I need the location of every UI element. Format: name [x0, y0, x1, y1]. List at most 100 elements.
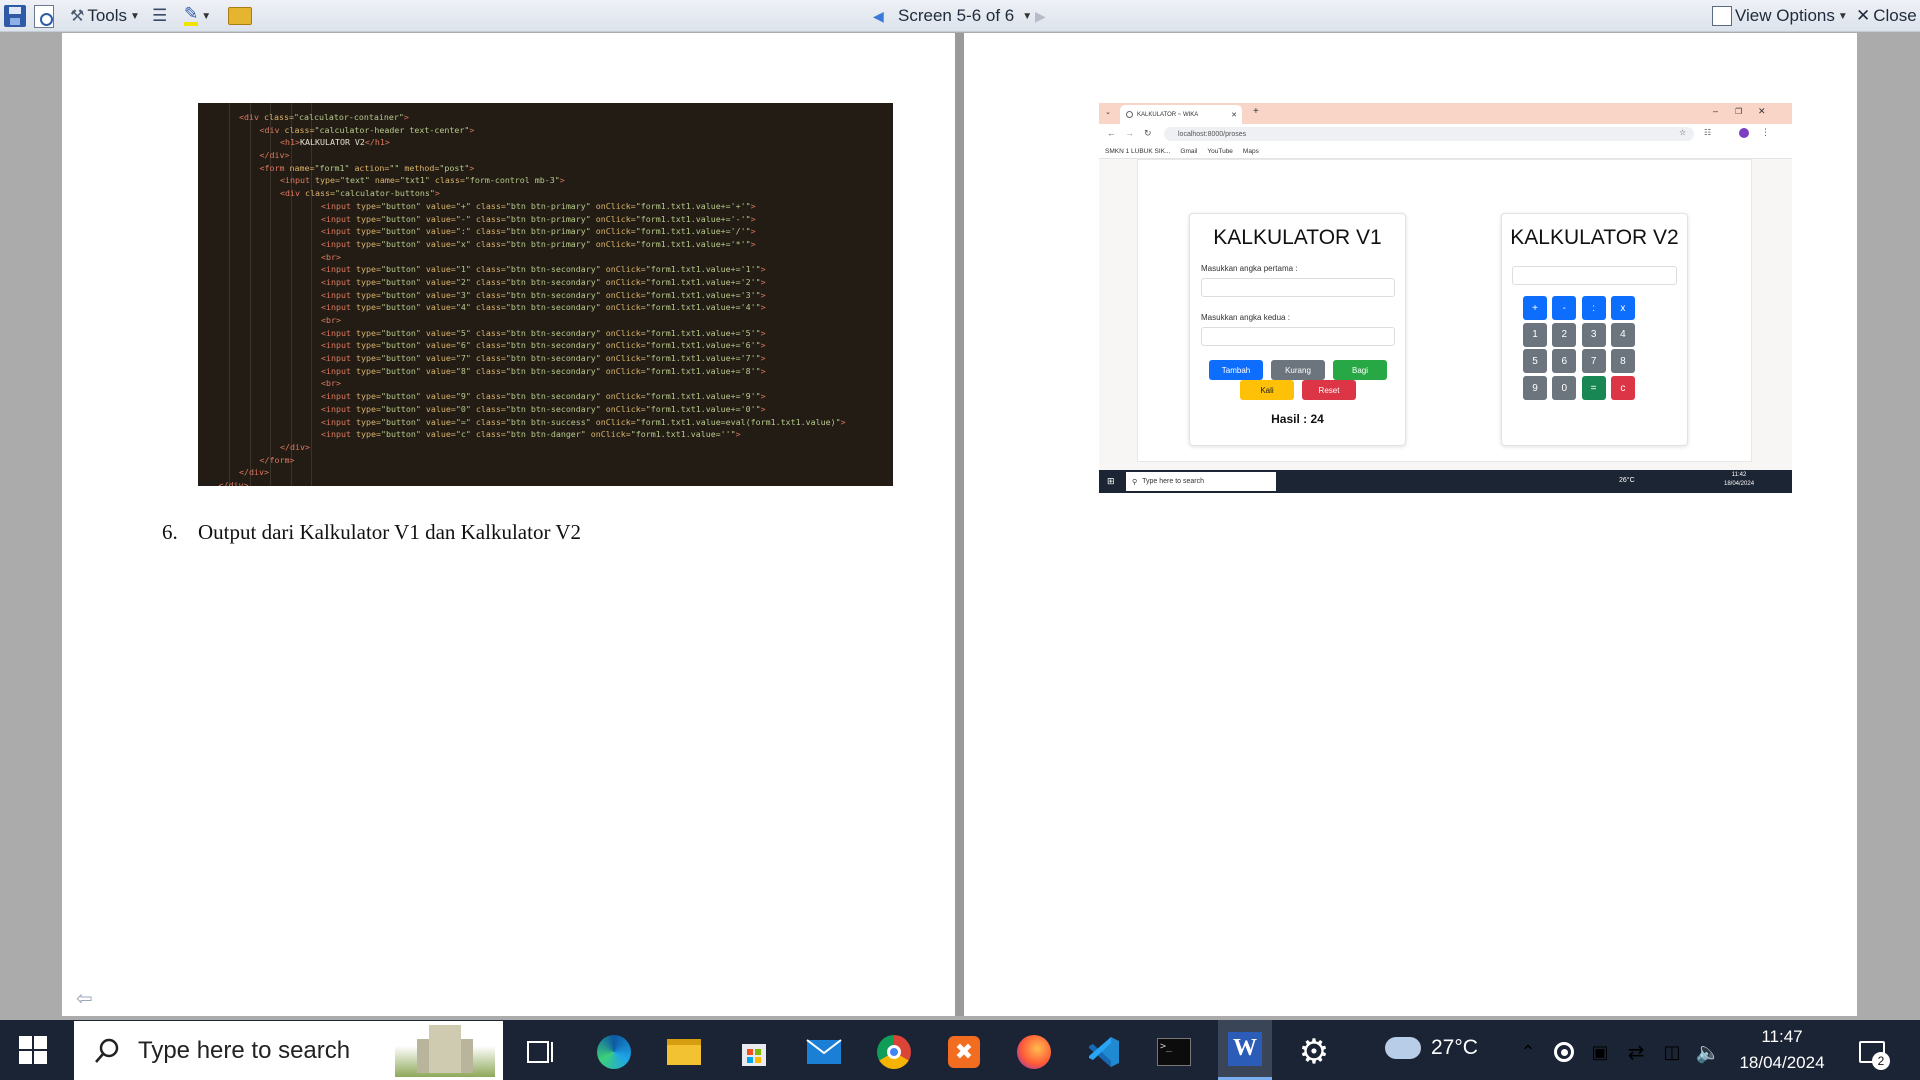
code-token: >: [760, 276, 766, 287]
tools-menu[interactable]: ⚒ Tools ▼: [70, 4, 140, 28]
volume-icon[interactable]: 🔈: [1688, 1032, 1728, 1072]
code-line: </div>: [198, 466, 893, 479]
code-token: <input: [321, 327, 356, 338]
tab-title: KALKULATOR ~ WIKA: [1137, 111, 1199, 118]
code-line: <br>: [198, 314, 893, 327]
arrow-right-icon: ▶: [1035, 7, 1046, 24]
keypad-key: 3: [1581, 322, 1606, 347]
second-number-label: Masukkan angka kedua :: [1201, 313, 1290, 322]
file-explorer-icon[interactable]: [664, 1032, 704, 1072]
code-line: <input type="button" value="9" class="bt…: [198, 390, 893, 403]
code-line: <input type="button" value="8" class="bt…: [198, 365, 893, 378]
screenshot-search: ⚲ Type here to search: [1126, 472, 1276, 491]
keypad-key: 7: [1581, 349, 1606, 374]
view-options-menu[interactable]: View Options ▼: [1712, 4, 1848, 28]
code-token: >: [760, 353, 766, 364]
heading-number: 6.: [162, 520, 178, 544]
code-token: >: [760, 365, 766, 376]
close-reading-button[interactable]: ✕ Close: [1856, 4, 1917, 28]
code-token: "0": [455, 403, 476, 414]
code-token: "btn btn-danger": [505, 429, 591, 440]
code-token: value=: [425, 238, 456, 249]
vscode-icon[interactable]: [1084, 1032, 1124, 1072]
code-token: type=: [355, 226, 381, 237]
tab-close-icon: ✕: [1231, 111, 1237, 119]
firefox-icon[interactable]: [1014, 1032, 1054, 1072]
code-token: onClick=: [605, 264, 646, 275]
xampp-icon[interactable]: ✖: [944, 1032, 984, 1072]
code-token: onClick=: [605, 403, 646, 414]
extensions-icon: ☷: [1704, 128, 1712, 137]
keypad-key: x: [1610, 296, 1635, 320]
code-token: "form1.txt1.value+='*'": [635, 238, 751, 249]
keypad-key: 2: [1552, 322, 1577, 347]
tab-list-icon: ⌄: [1105, 109, 1111, 116]
code-token: "form-control mb-3": [464, 175, 560, 186]
code-token: value=: [425, 391, 456, 402]
menu-icon: ⋮: [1761, 127, 1770, 137]
code-line: </div>: [198, 149, 893, 162]
calculator-v1-title: KALKULATOR V1: [1213, 226, 1382, 249]
bagi-button: Bagi: [1333, 360, 1387, 380]
code-token: "btn btn-primary": [505, 200, 596, 211]
profile-avatar: [1739, 128, 1749, 138]
task-view-icon[interactable]: [520, 1032, 560, 1072]
code-line: </form>: [198, 454, 893, 467]
code-token: <input: [321, 213, 356, 224]
code-token: type=: [355, 340, 381, 351]
code-token: </div>: [239, 467, 269, 478]
heading-text: Output dari Kalkulator V1 dan Kalkulator…: [198, 520, 581, 544]
keypad-key: 8: [1610, 349, 1635, 374]
weather-widget[interactable]: 27°C: [1385, 1036, 1478, 1060]
tambah-button: Tambah: [1209, 360, 1263, 380]
display-input: [1512, 266, 1677, 285]
browser-tab-bar: ⌄ KALKULATOR ~ WIKA ✕ + – ❐ ✕: [1099, 103, 1792, 124]
bookmark-item: Maps: [1242, 147, 1259, 155]
next-screen-button[interactable]: ▶: [1035, 4, 1046, 28]
code-screenshot: <div class="calculator-container"> <div c…: [198, 103, 893, 486]
taskbar-clock[interactable]: 11:47 18/04/2024: [1727, 1024, 1837, 1078]
code-token: <br>: [321, 378, 341, 389]
code-line: <input type="button" value="x" class="bt…: [198, 238, 893, 251]
code-token: type=: [355, 302, 381, 313]
microsoft-store-icon[interactable]: [734, 1032, 774, 1072]
code-token: >: [434, 188, 440, 199]
edge-icon[interactable]: [594, 1032, 634, 1072]
code-token: >: [760, 289, 766, 300]
word-icon[interactable]: W: [1218, 1020, 1272, 1080]
settings-gear-icon[interactable]: ⚙: [1294, 1032, 1334, 1072]
code-token: value=: [425, 365, 456, 376]
mail-icon[interactable]: [804, 1032, 844, 1072]
screen-selector[interactable]: Screen 5-6 of 6 ▼: [898, 4, 1032, 28]
comment-button[interactable]: [228, 4, 252, 28]
code-token: type=: [355, 276, 381, 287]
code-token: onClick=: [595, 213, 636, 224]
translate-button[interactable]: ☰: [152, 4, 167, 28]
previous-screen-button[interactable]: ◀: [873, 4, 884, 28]
notification-center-icon[interactable]: 2: [1852, 1032, 1892, 1072]
chrome-icon[interactable]: [874, 1032, 914, 1072]
network-icon[interactable]: ◫: [1652, 1032, 1692, 1072]
windows-start-icon[interactable]: [18, 1035, 48, 1065]
code-token: type=: [355, 327, 381, 338]
code-token: type=: [355, 264, 381, 275]
code-token: class=: [475, 391, 506, 402]
code-token: >: [469, 124, 475, 135]
code-token: </div>: [280, 441, 310, 452]
back-arrow-icon[interactable]: ⇦: [76, 986, 93, 1011]
print-preview-button[interactable]: [34, 4, 54, 28]
keypad-key: +: [1523, 296, 1547, 320]
code-token: onClick=: [605, 353, 646, 364]
arrow-left-icon: ◀: [873, 7, 884, 24]
highlight-button[interactable]: ✎ ▼: [184, 4, 211, 28]
terminal-icon[interactable]: >_: [1154, 1032, 1194, 1072]
code-token: "button": [380, 226, 426, 237]
code-token: class=: [475, 353, 506, 364]
taskbar-search-box[interactable]: Type here to search: [74, 1021, 503, 1080]
code-token: >: [840, 416, 846, 427]
screen-label: Screen 5-6 of 6: [898, 6, 1015, 25]
windows-icon: ⊞: [1107, 476, 1115, 486]
save-button[interactable]: [4, 4, 26, 28]
star-icon: ☆: [1679, 128, 1687, 137]
chevron-up-icon[interactable]: ⌃: [1508, 1032, 1548, 1072]
